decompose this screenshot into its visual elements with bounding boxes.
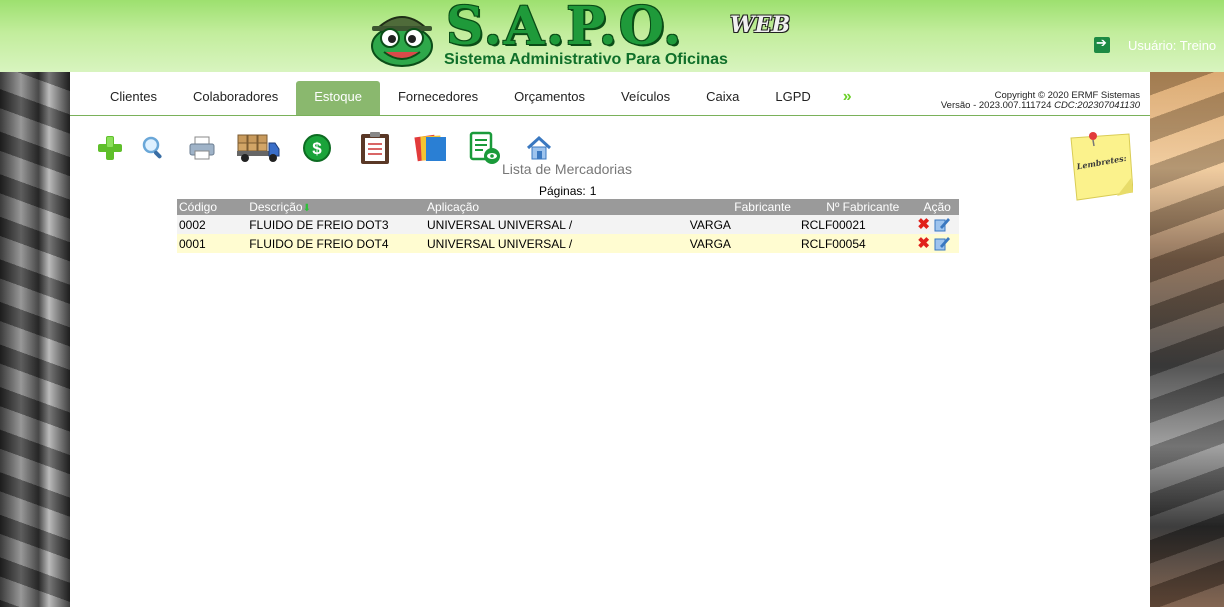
sticky-note-icon: Lembretes:	[1070, 132, 1134, 201]
col-acao: Ação	[915, 199, 959, 215]
report-view-icon	[469, 131, 500, 164]
lembretes-note[interactable]: Lembretes:	[1067, 130, 1134, 202]
cell-descricao: FLUIDO DE FREIO DOT4	[247, 234, 426, 253]
print-button[interactable]	[187, 130, 217, 166]
page-number[interactable]: 1	[590, 184, 597, 198]
products-table: Código Descrição⬇ Aplicação Fabricante N…	[177, 199, 959, 253]
table-header-row: Código Descrição⬇ Aplicação Fabricante N…	[177, 199, 959, 215]
cell-aplicacao: UNIVERSAL UNIVERSAL /	[425, 234, 688, 253]
list-title: Lista de Mercadorias	[502, 161, 632, 177]
sort-down-icon: ⬇	[302, 203, 311, 214]
logo-title: S.A.P.O.	[446, 0, 684, 57]
cell-n-fabricante: RCLF00054	[798, 234, 916, 253]
logout-icon[interactable]	[1094, 35, 1110, 53]
search-button[interactable]	[140, 130, 168, 166]
tab-orcamentos[interactable]: Orçamentos	[496, 81, 603, 115]
cell-descricao: FLUIDO DE FREIO DOT3	[247, 215, 426, 234]
col-codigo[interactable]: Código	[177, 199, 248, 215]
cell-fabricante: VARGA	[687, 215, 799, 234]
tab-veiculos[interactable]: Veículos	[603, 81, 688, 115]
main-panel: Clientes Colaboradores Estoque Fornecedo…	[70, 72, 1150, 607]
cell-aplicacao: UNIVERSAL UNIVERSAL /	[425, 215, 688, 234]
folders-button[interactable]	[414, 130, 448, 166]
report-view-button[interactable]	[468, 130, 502, 166]
finance-button[interactable]: $	[302, 130, 332, 166]
search-icon	[142, 136, 162, 159]
cell-fabricante: VARGA	[687, 234, 799, 253]
svg-text:$: $	[312, 139, 322, 158]
edit-icon[interactable]	[934, 235, 951, 252]
pagination: Páginas: 1	[539, 184, 596, 198]
background-photo-right	[1150, 72, 1224, 607]
clipboard-icon	[361, 132, 389, 164]
col-descricao-label: Descrição	[249, 200, 303, 214]
tab-fornecedores[interactable]: Fornecedores	[380, 81, 496, 115]
cell-acao: ✖	[915, 234, 959, 253]
version-text: Versão - 2023.007.111724	[940, 100, 1052, 111]
background-photo-left	[0, 72, 70, 607]
cell-codigo: 0001	[177, 234, 248, 253]
print-icon	[189, 136, 215, 160]
frog-mascot-icon	[371, 16, 433, 67]
sapo-logo: S.A.P.O. WEB Sistema Administrativo Para…	[366, 0, 818, 70]
cell-n-fabricante: RCLF00021	[798, 215, 916, 234]
tab-clientes[interactable]: Clientes	[92, 81, 175, 115]
pages-label: Páginas:	[539, 184, 586, 198]
tab-caixa[interactable]: Caixa	[688, 81, 757, 115]
col-fabricante[interactable]: Fabricante	[687, 199, 799, 215]
tab-colaboradores[interactable]: Colaboradores	[175, 81, 296, 115]
copyright-block: Copyright © 2020 ERMF Sistemas Versão - …	[941, 91, 1140, 111]
stock-toolbar: $	[94, 130, 554, 166]
col-aplicacao[interactable]: Aplicação	[425, 199, 688, 215]
version-line: Versão - 2023.007.111724 CDC:20230704113…	[941, 101, 1140, 111]
tab-estoque[interactable]: Estoque	[296, 81, 380, 115]
dollar-icon: $	[303, 134, 331, 162]
nav-items: Clientes Colaboradores Estoque Fornecedo…	[92, 81, 866, 115]
cell-acao: ✖	[915, 215, 959, 234]
user-area: Usuário: Treino	[1094, 35, 1216, 55]
table-row[interactable]: 0002 FLUIDO DE FREIO DOT3 UNIVERSAL UNIV…	[177, 215, 959, 234]
table-row[interactable]: 0001 FLUIDO DE FREIO DOT4 UNIVERSAL UNIV…	[177, 234, 959, 253]
home-icon	[526, 135, 552, 160]
folders-icon	[414, 134, 446, 162]
logo-web-badge: WEB	[730, 12, 791, 38]
truck-button[interactable]	[236, 130, 280, 166]
cdc-text: CDC:202307041130	[1054, 100, 1140, 111]
add-icon	[98, 136, 122, 160]
main-navbar: Clientes Colaboradores Estoque Fornecedo…	[70, 80, 1150, 116]
nav-more-chevron-icon[interactable]: »	[829, 81, 866, 115]
cell-codigo: 0002	[177, 215, 248, 234]
truck-icon	[237, 134, 280, 162]
col-descricao[interactable]: Descrição⬇	[247, 199, 426, 215]
clipboard-button[interactable]	[358, 130, 392, 166]
user-label: Usuário: Treino	[1128, 37, 1217, 53]
delete-icon[interactable]: ✖	[917, 236, 930, 251]
edit-icon[interactable]	[934, 216, 951, 233]
add-button[interactable]	[94, 130, 126, 166]
delete-icon[interactable]: ✖	[917, 217, 930, 232]
col-n-fabricante[interactable]: Nº Fabricante	[798, 199, 916, 215]
app-header: S.A.P.O. WEB Sistema Administrativo Para…	[0, 0, 1224, 72]
tab-lgpd[interactable]: LGPD	[757, 81, 828, 115]
logo-subtitle: Sistema Administrativo Para Oficinas	[444, 51, 728, 68]
